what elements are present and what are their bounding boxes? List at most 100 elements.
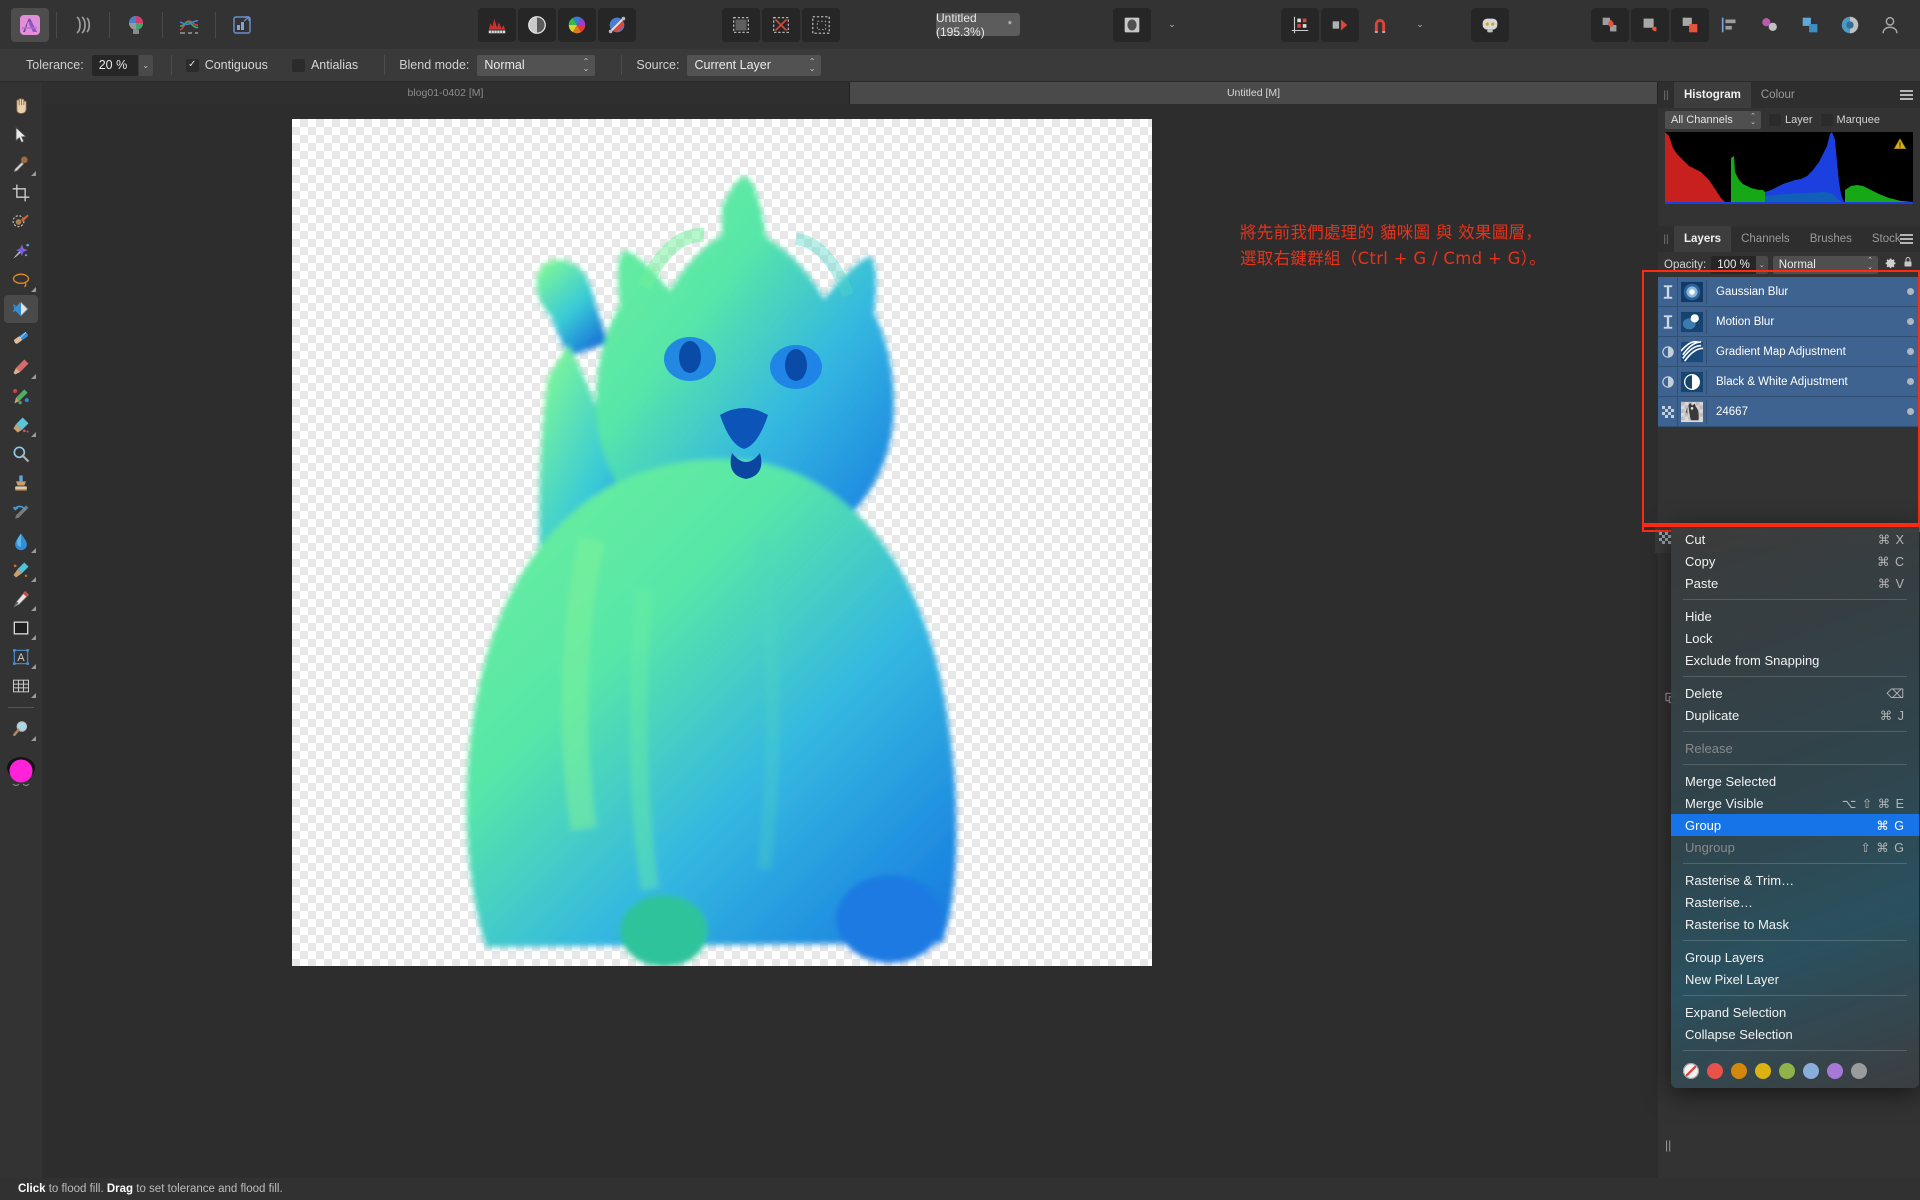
layer-visibility-toggle[interactable] (1900, 348, 1920, 355)
menu-item-group-layers[interactable]: Group Layers (1671, 946, 1919, 968)
menu-item-paste[interactable]: Paste ⌘ V (1671, 572, 1919, 594)
tolerance-stepper[interactable]: 20 % ⌄ (91, 54, 153, 76)
text-tool[interactable]: A (4, 643, 38, 671)
menu-item-duplicate[interactable]: Duplicate ⌘ J (1671, 704, 1919, 726)
erase-tool[interactable] (4, 411, 38, 439)
colour-tag-red[interactable] (1707, 1063, 1723, 1079)
clone-stamp-tool[interactable] (4, 469, 38, 497)
paint-mixer-tool[interactable] (4, 382, 38, 410)
layer-row-gradient-map-adjustment[interactable]: Gradient Map Adjustment (1658, 337, 1920, 367)
tolerance-value[interactable]: 20 % (91, 54, 138, 76)
group-objects-icon[interactable] (1671, 7, 1709, 42)
document-tab-blog01[interactable]: blog01-0402 [M] (42, 82, 850, 104)
colour-wheel-icon[interactable] (558, 7, 596, 42)
menu-item-group[interactable]: Group ⌘ G (1671, 814, 1919, 836)
tab-histogram[interactable]: Histogram (1674, 82, 1751, 108)
layer-visibility-toggle[interactable] (1900, 288, 1920, 295)
layer-row-gaussian-blur[interactable]: Gaussian Blur (1658, 277, 1920, 307)
selection-brush-tool[interactable] (4, 208, 38, 236)
histogram-icon[interactable] (478, 7, 516, 42)
layer-visibility-toggle[interactable] (1900, 318, 1920, 325)
magic-wand-tool[interactable] (4, 237, 38, 265)
opacity-value[interactable]: 100 % (1711, 255, 1756, 274)
align-left-icon[interactable] (1711, 8, 1749, 42)
blend-ranges-icon[interactable] (598, 7, 636, 42)
refine-selection-icon[interactable] (722, 7, 760, 42)
deselect-icon[interactable] (762, 7, 800, 42)
menu-item-new-pixel-layer[interactable]: New Pixel Layer (1671, 968, 1919, 990)
document-title-pill[interactable]: Untitled (195.3%) * (936, 11, 1020, 39)
snapping-chevron-down-icon[interactable]: ⌄ (1401, 8, 1439, 42)
layer-checkbox[interactable]: Layer (1769, 114, 1813, 126)
gear-icon[interactable] (1883, 255, 1897, 274)
layer-visibility-toggle[interactable] (1900, 378, 1920, 385)
menu-item-rasterise-to-mask[interactable]: Rasterise to Mask (1671, 913, 1919, 935)
rectangle-tool[interactable] (4, 614, 38, 642)
levels-icon[interactable] (518, 7, 556, 42)
menu-item-expand-selection[interactable]: Expand Selection (1671, 1001, 1919, 1023)
colour-tag-yellow[interactable] (1755, 1063, 1771, 1079)
panel-grip-icon[interactable]: || (1658, 82, 1674, 108)
menu-item-collapse-selection[interactable]: Collapse Selection (1671, 1023, 1919, 1045)
tab-channels[interactable]: Channels (1731, 226, 1800, 252)
colour-picker-icon[interactable] (1791, 8, 1829, 42)
mesh-warp-tool[interactable] (4, 672, 38, 700)
menu-item-delete[interactable]: Delete ⌫ (1671, 682, 1919, 704)
blend-mode-select[interactable]: Normal ⌃ ⌄ (477, 54, 596, 76)
zoom-tool[interactable] (4, 715, 38, 743)
contiguous-checkbox[interactable]: ✓ Contiguous (185, 58, 268, 72)
colour-tag-grey[interactable] (1851, 1063, 1867, 1079)
smudge-tool[interactable] (4, 556, 38, 584)
menu-item-merge-selected[interactable]: Merge Selected (1671, 770, 1919, 792)
panel-grip-icon[interactable]: || (1658, 226, 1674, 252)
liquify-persona-icon[interactable] (64, 8, 102, 42)
colour-tag-purple[interactable] (1827, 1063, 1843, 1079)
menu-item-merge-visible[interactable]: Merge Visible ⌥ ⇧ ⌘ E (1671, 792, 1919, 814)
crop-tool[interactable] (4, 179, 38, 207)
account-avatar-icon[interactable] (1871, 8, 1909, 42)
histogram-panel-menu-icon[interactable] (1900, 90, 1913, 100)
pen-tool[interactable] (4, 585, 38, 613)
menu-item-copy[interactable]: Copy ⌘ C (1671, 550, 1919, 572)
paint-brush-tool[interactable] (4, 353, 38, 381)
tone-mapping-persona-icon[interactable] (170, 8, 208, 42)
tab-colour[interactable]: Colour (1751, 82, 1805, 108)
distribute-icon[interactable] (1751, 8, 1789, 42)
move-to-back-icon[interactable] (1631, 7, 1669, 42)
alignment-icon[interactable] (1321, 7, 1359, 42)
dodge-burn-tool[interactable] (4, 440, 38, 468)
colour-tag-none[interactable] (1683, 1063, 1699, 1079)
snapping-grid-icon[interactable] (1281, 7, 1319, 42)
channel-select[interactable]: All Channels ⌃ ⌄ (1665, 111, 1761, 129)
colour-swatch[interactable] (4, 752, 38, 792)
panel-grip-icon[interactable]: || (1665, 1138, 1671, 1152)
layer-visibility-toggle[interactable] (1900, 408, 1920, 415)
tab-layers[interactable]: Layers (1674, 226, 1732, 252)
blur-tool[interactable] (4, 527, 38, 555)
opacity-stepper[interactable]: 100 % ⌄ (1711, 255, 1768, 274)
opacity-stepper-chevron-icon[interactable]: ⌄ (1755, 255, 1768, 274)
move-to-front-icon[interactable] (1591, 7, 1629, 42)
histogram-graph[interactable] (1665, 132, 1913, 204)
menu-item-exclude-from-snapping[interactable]: Exclude from Snapping (1671, 649, 1919, 671)
menu-item-rasterise[interactable]: Rasterise… (1671, 891, 1919, 913)
tab-brushes[interactable]: Brushes (1800, 226, 1862, 252)
artboard[interactable] (292, 119, 1152, 966)
move-tool[interactable] (4, 121, 38, 149)
assistant-robot-icon[interactable] (1471, 7, 1509, 42)
flood-fill-tool[interactable] (4, 295, 38, 323)
layer-blend-mode-select[interactable]: Normal ⌃ ⌄ (1772, 255, 1878, 274)
mask-icon[interactable] (1831, 8, 1869, 42)
magnet-snapping-icon[interactable] (1361, 8, 1399, 42)
menu-item-cut[interactable]: Cut ⌘ X (1671, 528, 1919, 550)
source-select[interactable]: Current Layer ⌃ ⌄ (687, 54, 822, 76)
freehand-selection-tool[interactable] (4, 266, 38, 294)
colour-tag-green[interactable] (1779, 1063, 1795, 1079)
inpainting-tool[interactable] (4, 498, 38, 526)
menu-item-lock[interactable]: Lock (1671, 627, 1919, 649)
antialias-checkbox[interactable]: Antialias (291, 58, 358, 72)
photo-persona-icon[interactable] (11, 7, 49, 42)
invert-selection-icon[interactable] (802, 7, 840, 42)
layer-row-24667[interactable]: 24667 (1658, 397, 1920, 427)
document-tab-untitled[interactable]: Untitled [M] (850, 82, 1658, 104)
